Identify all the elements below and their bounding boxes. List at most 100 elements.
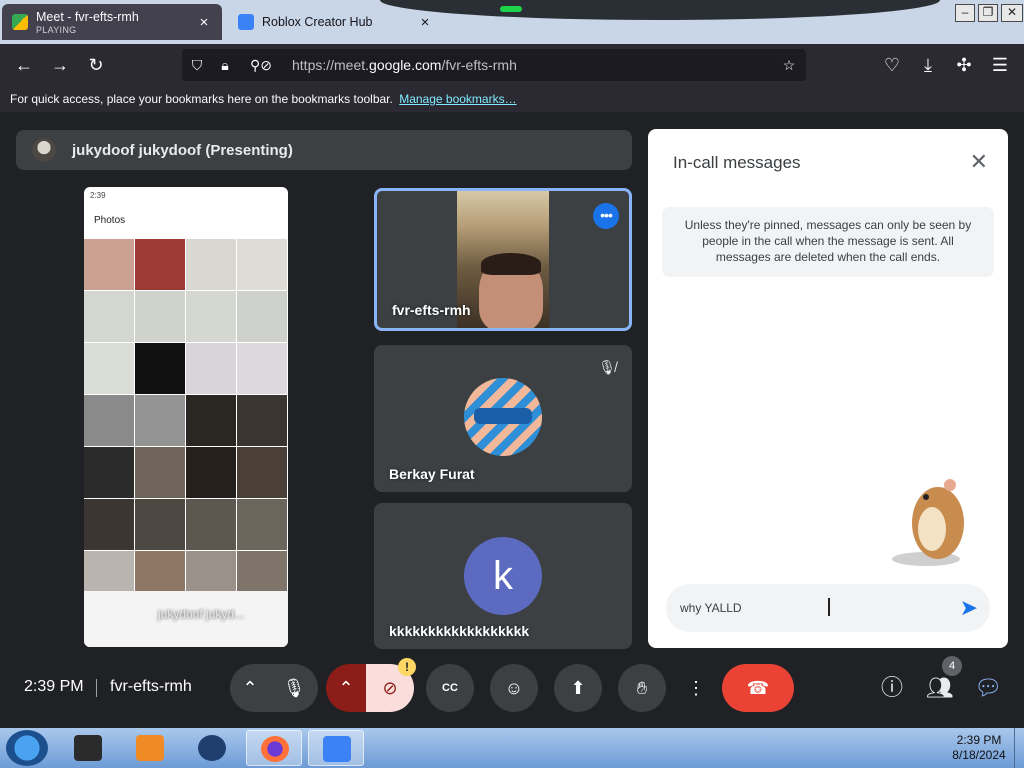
taskbar-app[interactable]: [122, 730, 178, 766]
tab-close-icon[interactable]: ×: [196, 14, 212, 31]
hamster-belly: [918, 507, 946, 551]
photo-thumbnail: [237, 239, 287, 290]
taskbar-clock[interactable]: 2:39 PM 8/18/2024: [944, 733, 1014, 763]
captions-icon: CC: [442, 682, 458, 694]
taskbar-app[interactable]: [184, 730, 240, 766]
people-icon[interactable]: 👥︎: [924, 672, 956, 704]
url-bar[interactable]: ⛉ 🔒︎ ⚲⊘ https://meet.google.com/fvr-efts…: [182, 49, 806, 81]
leave-call-button[interactable]: ☎︎: [722, 664, 794, 712]
url-text[interactable]: https://meet.google.com/fvr-efts-rmh: [292, 57, 517, 73]
chat-notice: Unless they're pinned, messages can only…: [662, 207, 994, 277]
microphone-button[interactable]: 🎙︎: [270, 664, 318, 712]
hang-up-icon: ☎︎: [746, 678, 770, 698]
tab-title: Meet - fvr-efts-rmh: [36, 9, 139, 24]
video-options-button[interactable]: ⌃: [326, 664, 366, 712]
phone-app-title: Photos: [94, 215, 126, 226]
hamster-ear: [944, 479, 956, 491]
back-icon[interactable]: ←: [12, 53, 36, 77]
photo-thumbnail: [186, 291, 236, 342]
photo-thumbnail: [237, 291, 287, 342]
bookmarks-toolbar: For quick access, place your bookmarks h…: [0, 86, 1024, 112]
minimize-icon[interactable]: ‒: [955, 4, 975, 22]
photo-thumbnail: [186, 447, 236, 498]
participant-tile[interactable]: k kkkkkkkkkkkkkkkkkk: [374, 503, 632, 649]
reload-icon[interactable]: ↻: [84, 53, 108, 77]
in-call-messages-panel: In-call messages ✕ Unless they're pinned…: [648, 129, 1008, 648]
pocket-icon[interactable]: ♡: [880, 53, 904, 77]
meet-stage: jukydoof jukydoof (Presenting) 2:39 Phot…: [0, 112, 1024, 728]
photo-thumbnail: [84, 499, 134, 550]
tab-playing-label: PLAYING: [36, 24, 77, 35]
forward-icon[interactable]: →: [48, 53, 72, 77]
hamster-sticker: [892, 479, 964, 566]
bookmarks-hint: For quick access, place your bookmarks h…: [10, 92, 393, 106]
present-button[interactable]: ⬆: [554, 664, 602, 712]
send-icon[interactable]: ➤: [960, 595, 978, 621]
tab-close-icon[interactable]: ×: [417, 14, 433, 31]
more-options-button[interactable]: ⋮: [682, 664, 710, 712]
firefox-icon: [261, 736, 289, 762]
photo-thumbnail: [237, 447, 287, 498]
photo-thumbnail: [84, 291, 134, 342]
permissions-icon[interactable]: ⚲⊘: [244, 56, 278, 74]
start-button[interactable]: [6, 730, 48, 766]
mic-muted-icon: 🎙︎̸: [598, 359, 616, 375]
meeting-code: fvr-efts-rmh: [110, 678, 192, 695]
lock-icon[interactable]: 🔒︎: [216, 56, 234, 74]
chat-icon[interactable]: 💬︎: [972, 672, 1004, 704]
participant-tile[interactable]: ••• fvr-efts-rmh: [374, 188, 632, 331]
manage-bookmarks-link[interactable]: Manage bookmarks…: [399, 92, 516, 106]
call-controls-bar: 2:39 PM fvr-efts-rmh ⌃ 🎙︎ ⌃ ⊘ ! CC ☺ ⬆ ✋…: [0, 648, 1024, 728]
photo-thumbnail: [135, 291, 185, 342]
photo-thumbnail: [186, 343, 236, 394]
photo-thumbnail: [84, 239, 134, 290]
photo-thumbnail: [237, 499, 287, 550]
roblox-studio-icon: [323, 736, 351, 762]
photo-thumbnail: [186, 239, 236, 290]
message-composer[interactable]: ➤: [666, 584, 990, 632]
restore-icon[interactable]: ❐: [978, 4, 998, 22]
hamster-eye: [923, 494, 929, 500]
taskbar-app[interactable]: [246, 730, 302, 766]
text-cursor-icon: [828, 598, 830, 616]
photo-thumbnail: [186, 395, 236, 446]
presenter-avatar: [32, 138, 56, 162]
close-icon[interactable]: ✕: [970, 149, 988, 175]
extensions-icon[interactable]: ✣: [952, 53, 976, 77]
message-input[interactable]: [680, 598, 930, 618]
audio-options-button[interactable]: ⌃: [230, 664, 270, 712]
chevron-up-icon: ⌃: [338, 678, 354, 698]
presenter-overlay-name: jukydoof jukyd...: [158, 607, 245, 621]
presenter-bar: jukydoof jukydoof (Presenting): [16, 130, 632, 170]
close-window-icon[interactable]: ✕: [1001, 4, 1023, 22]
race-car-icon: [474, 408, 532, 424]
participant-tile[interactable]: 🎙︎̸ Berkay Furat: [374, 345, 632, 492]
system-tray[interactable]: [840, 728, 940, 768]
photo-thumbnail: [84, 343, 134, 394]
presenter-label: jukydoof jukydoof (Presenting): [72, 141, 293, 159]
meeting-info-icon[interactable]: ⓘ: [876, 672, 908, 704]
taskbar-app[interactable]: [308, 730, 364, 766]
roblox-favicon-icon: [238, 14, 254, 30]
downloads-icon[interactable]: ⤓: [916, 53, 940, 77]
screen-share[interactable]: 2:39 Photos jukydoof jukyd...: [84, 187, 288, 647]
show-desktop-button[interactable]: [1014, 728, 1024, 768]
captions-button[interactable]: CC: [426, 664, 474, 712]
titlebar-decoration: [380, 0, 940, 20]
raise-hand-button[interactable]: ✋︎: [618, 664, 666, 712]
tab-roblox[interactable]: Roblox Creator Hub ×: [228, 4, 443, 40]
phone-status-bar: 2:39: [90, 191, 106, 200]
browser-tab-bar: Meet - fvr-efts-rmh PLAYING × Roblox Cre…: [0, 0, 1024, 44]
photo-thumbnail: [186, 499, 236, 550]
tab-meet[interactable]: Meet - fvr-efts-rmh PLAYING ×: [2, 4, 222, 40]
reactions-button[interactable]: ☺: [490, 664, 538, 712]
photo-thumbnail: [135, 447, 185, 498]
taskbar-app[interactable]: [60, 730, 116, 766]
menu-icon[interactable]: ☰: [988, 53, 1012, 77]
more-options-icon[interactable]: •••: [593, 203, 619, 229]
warning-badge: !: [398, 658, 416, 676]
shield-icon[interactable]: ⛉: [188, 56, 206, 74]
bookmark-star-icon[interactable]: ☆: [780, 56, 798, 74]
media-player-icon: [136, 735, 164, 761]
participant-avatar: [464, 378, 542, 456]
